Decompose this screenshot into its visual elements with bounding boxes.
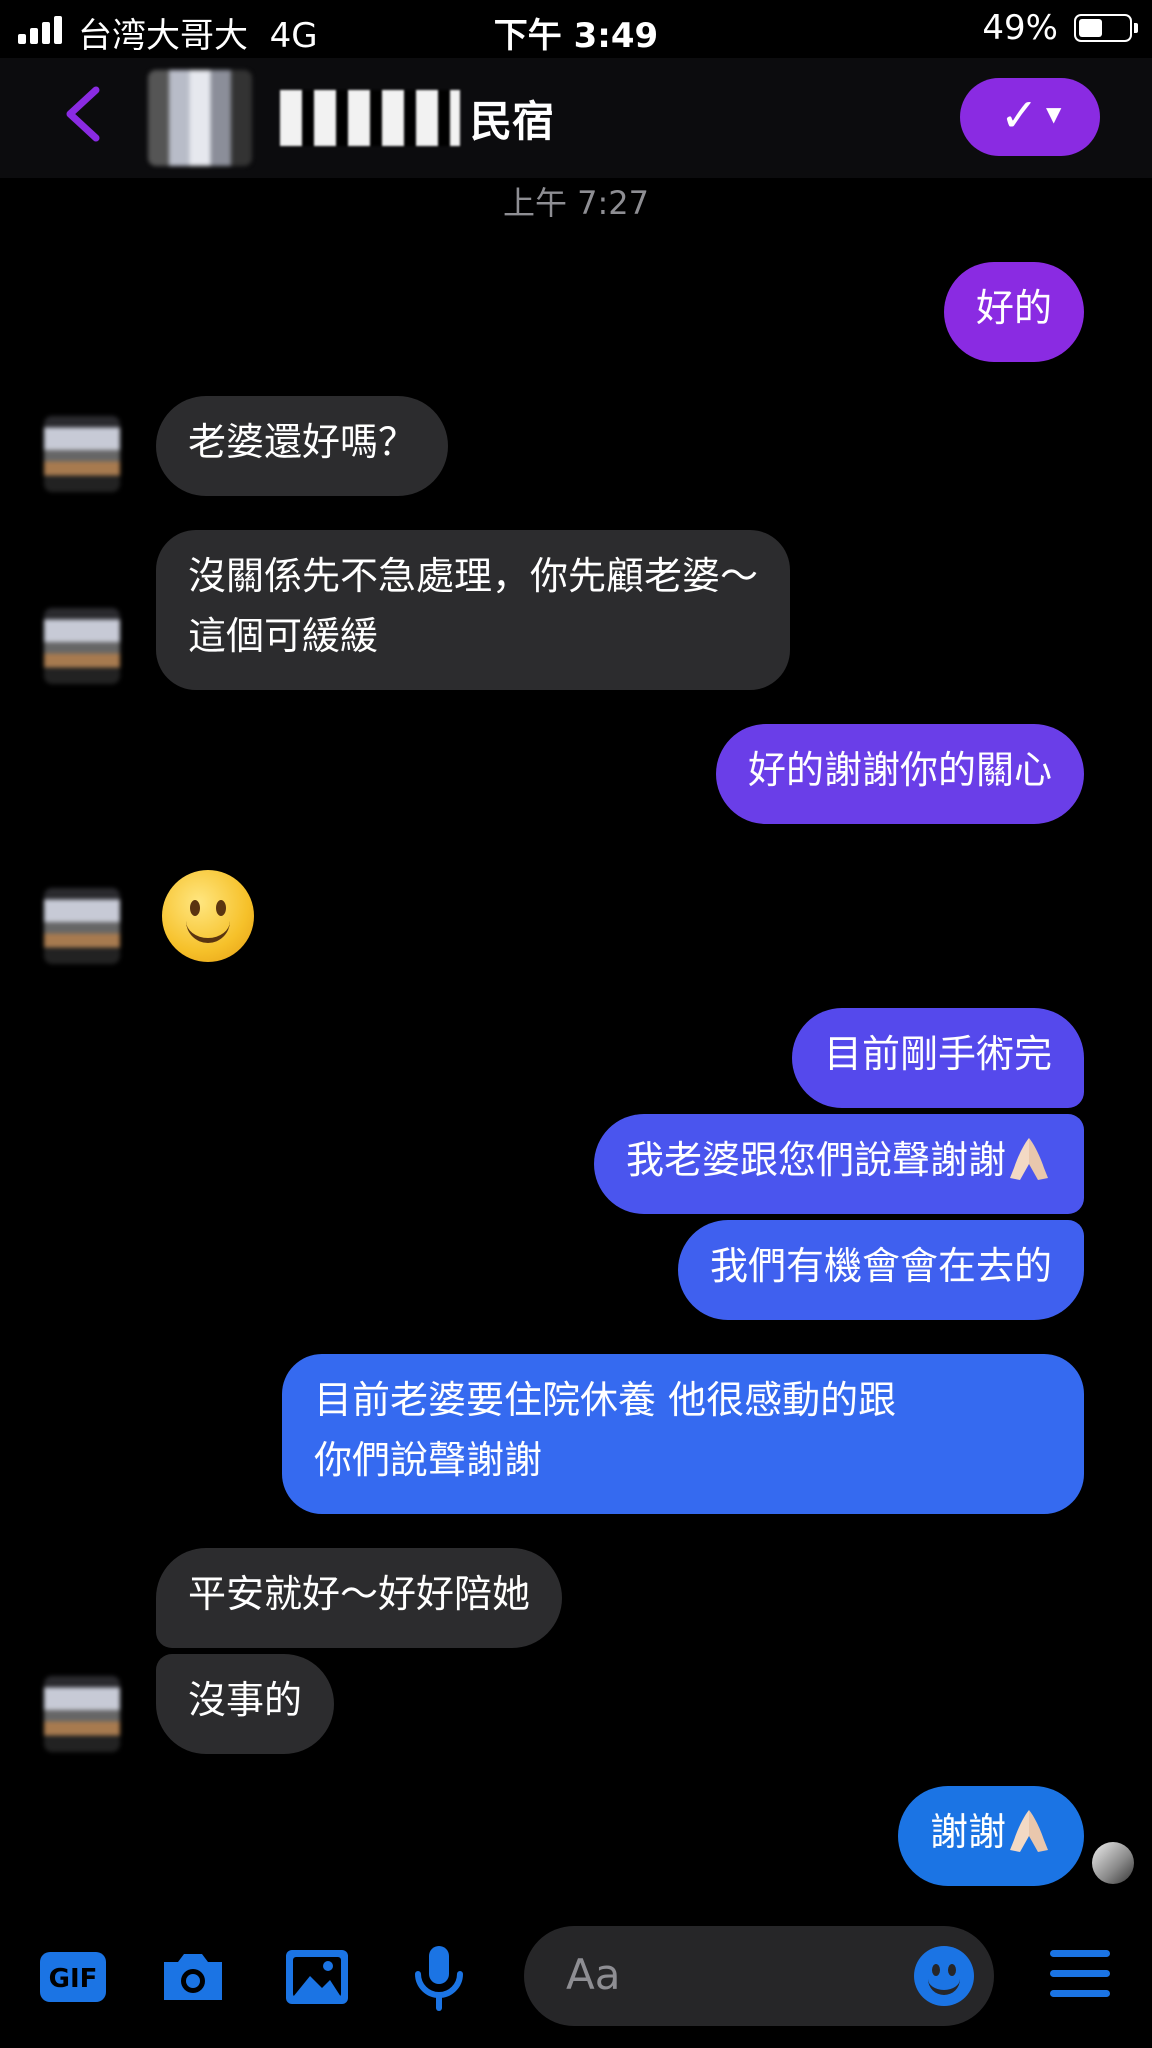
outgoing-message[interactable]: 目前老婆要住院休養 他很感動的跟 你們說聲謝謝	[282, 1354, 1084, 1514]
svg-text:GIF: GIF	[49, 1964, 98, 1994]
message-timestamp: 上午 7:27	[502, 184, 650, 222]
call-button[interactable]: ✓ ▼	[960, 78, 1100, 156]
outgoing-message[interactable]: 目前剛手術完	[791, 1008, 1084, 1108]
microphone-icon[interactable]	[404, 1942, 474, 2012]
contact-avatar-small	[44, 1676, 120, 1752]
incoming-message[interactable]: 沒關係先不急處理，你先顧老婆～ 這個可緩緩	[156, 530, 791, 690]
message-line: 你們說聲謝謝	[314, 1438, 543, 1482]
menu-icon[interactable]	[1050, 1950, 1110, 2000]
contact-avatar-small	[44, 608, 120, 684]
smiling-face-icon[interactable]	[162, 870, 254, 962]
battery-icon	[1074, 14, 1138, 42]
status-bar: 台湾大哥大 4G 下午 3:49 49%	[0, 0, 1152, 58]
message-text: 謝謝	[929, 1810, 1006, 1854]
read-receipt-avatar	[1092, 1842, 1134, 1884]
outgoing-message[interactable]: 好的	[943, 262, 1084, 362]
contact-avatar[interactable]	[148, 70, 252, 166]
battery-percent: 49%	[982, 8, 1058, 48]
emoji-icon[interactable]	[914, 1946, 974, 2006]
camera-icon[interactable]	[158, 1942, 228, 2012]
input-placeholder: Aa	[566, 1950, 621, 1999]
contact-avatar-small	[44, 416, 120, 492]
redacted-name	[280, 90, 460, 146]
photo-icon[interactable]	[282, 1942, 352, 2012]
gif-icon[interactable]: GIF	[38, 1942, 108, 2012]
message-line: 目前老婆要住院休養 他很感動的跟	[314, 1378, 897, 1422]
dropdown-icon: ▼	[1046, 102, 1062, 126]
outgoing-message[interactable]: 好的謝謝你的關心	[715, 724, 1084, 824]
folded-hands-icon	[1010, 1809, 1048, 1852]
incoming-message[interactable]: 沒事的	[156, 1654, 335, 1754]
status-time: 下午 3:49	[493, 16, 659, 56]
chat-header: 民宿 ✓ ▼	[0, 58, 1152, 178]
incoming-message[interactable]: 平安就好～好好陪她	[156, 1548, 563, 1648]
message-line: 沒關係先不急處理，你先顧老婆～	[188, 554, 759, 598]
contact-avatar-small	[44, 888, 120, 964]
folded-hands-icon	[1010, 1137, 1048, 1180]
outgoing-message[interactable]: 我老婆跟您們說聲謝謝	[593, 1114, 1084, 1214]
message-text: 我老婆跟您們說聲謝謝	[625, 1138, 1006, 1182]
outgoing-message[interactable]: 謝謝	[897, 1786, 1084, 1886]
message-line: 這個可緩緩	[188, 614, 379, 658]
message-input[interactable]: Aa	[524, 1926, 994, 2026]
check-icon: ✓	[1000, 88, 1039, 142]
contact-name[interactable]: 民宿	[470, 88, 554, 149]
outgoing-message[interactable]: 我們有機會會在去的	[677, 1220, 1084, 1320]
incoming-message[interactable]: 老婆還好嗎？	[156, 396, 449, 496]
back-icon[interactable]	[58, 84, 108, 144]
